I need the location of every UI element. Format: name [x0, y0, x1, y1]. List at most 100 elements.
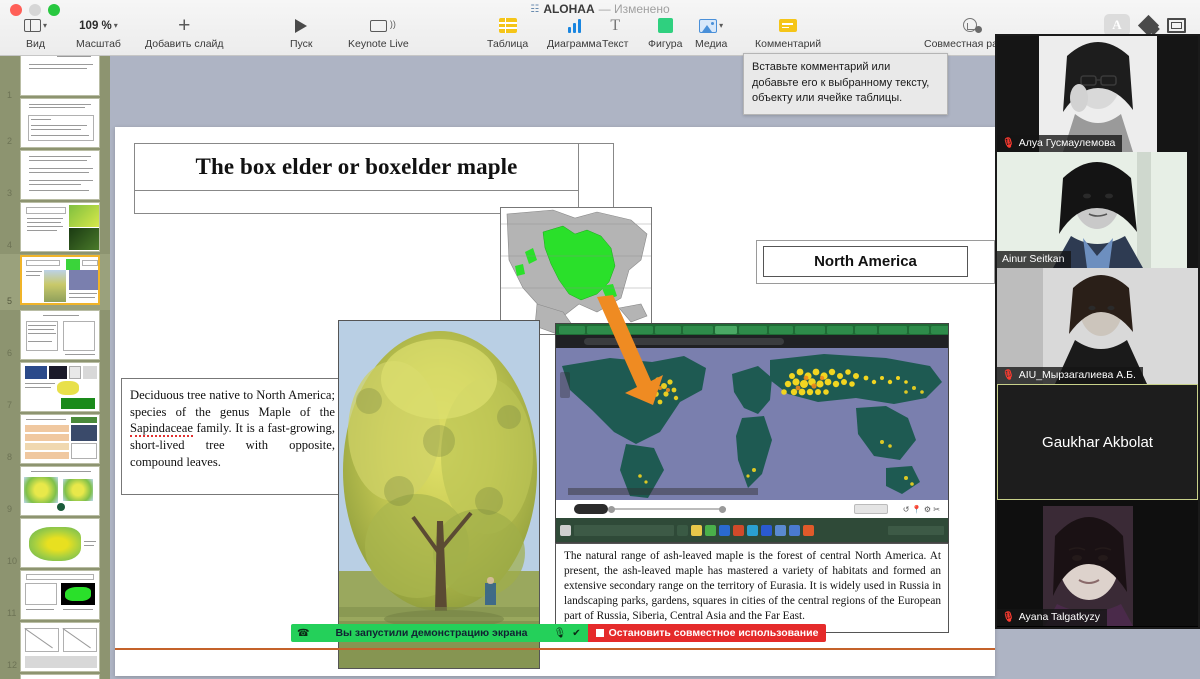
map-tools-icons[interactable]: ↺ 📍 ⚙ ✂: [903, 505, 940, 514]
participant-tile-3[interactable]: 🎙 AIU_Мырзагалиева А.Б.: [997, 268, 1198, 384]
toolbar-item-view[interactable]: ▾ Вид: [24, 16, 47, 50]
slide-title-box[interactable]: The box elder or boxelder maple: [134, 143, 579, 191]
slide-thumb-3[interactable]: 3: [0, 150, 110, 202]
current-slide[interactable]: The box elder or boxelder maple: [115, 127, 995, 676]
app-icon[interactable]: [705, 525, 716, 536]
slide-thumb-12[interactable]: 12: [0, 622, 110, 674]
toolbar-item-table[interactable]: Таблица: [487, 16, 528, 50]
slide-thumb-preview-selected: [20, 255, 100, 305]
toolbar-item-play[interactable]: Пуск: [290, 16, 313, 50]
screen-share-bar[interactable]: ☎ Вы запустили демонстрацию экрана 🎙 ✔ О…: [291, 624, 826, 642]
slide-thumb-7[interactable]: 7: [0, 362, 110, 414]
toolbar-item-keynote-live[interactable]: Keynote Live: [348, 16, 409, 50]
format-button[interactable]: A: [1104, 14, 1130, 36]
shape-icon: [658, 16, 673, 35]
slide-thumb-9[interactable]: 9: [0, 466, 110, 518]
participant-tile-4-active[interactable]: Gaukhar Akbolat: [997, 384, 1198, 500]
participant-name: Ainur Seitkan: [1002, 253, 1064, 265]
description-paragraph[interactable]: Deciduous tree native to North America; …: [121, 378, 343, 495]
folder-icon[interactable]: [775, 525, 786, 536]
chrome-icon[interactable]: [761, 525, 772, 536]
occurrence-map[interactable]: [556, 348, 948, 500]
taskview-icon[interactable]: [677, 525, 688, 536]
toolbar-label-chart: Диаграмма: [547, 38, 602, 50]
broadcast-icon: [370, 16, 387, 35]
toolbar-item-zoom[interactable]: 109 %▾ Масштаб: [76, 16, 121, 50]
slide-number: 6: [7, 348, 12, 358]
slide-title: The box elder or boxelder maple: [196, 154, 518, 180]
map-timeline-controls[interactable]: ↺ 📍 ⚙ ✂: [556, 500, 948, 518]
phone-icon[interactable]: ☎: [297, 628, 309, 639]
misspelled-word: Sapindaceae: [130, 421, 193, 437]
toolbar-right-group: A: [1104, 14, 1186, 36]
tree-photo[interactable]: [338, 320, 540, 669]
slide-navigator[interactable]: 1 2 3: [0, 56, 110, 679]
windows-taskbar[interactable]: [556, 518, 948, 542]
mic-muted-icon: 🎙: [1002, 370, 1015, 381]
video-participants-panel[interactable]: 🎙 Алуа Гусмаулемова Ainur Seitkan: [995, 34, 1200, 629]
browser-tab-strip: [556, 324, 948, 335]
slide-thumb-8[interactable]: 8: [0, 414, 110, 466]
participant-tile-2[interactable]: Ainur Seitkan: [997, 152, 1198, 268]
slide-number: 3: [7, 188, 12, 198]
toolbar-item-comment[interactable]: Комментарий: [755, 16, 821, 50]
animate-button[interactable]: [1138, 14, 1159, 35]
slide-number: 8: [7, 452, 12, 462]
participant-tile-5[interactable]: 🎙 Ayana Talgatkyzy: [997, 500, 1198, 626]
shield-icon[interactable]: ✔: [572, 628, 580, 639]
document-button[interactable]: [1167, 18, 1186, 33]
slide-thumb-1[interactable]: 1: [0, 56, 110, 104]
toolbar-item-add-slide[interactable]: + Добавить слайд: [145, 16, 224, 50]
mail-icon[interactable]: [789, 525, 800, 536]
start-icon[interactable]: [560, 525, 571, 536]
slide-number: 4: [7, 240, 12, 250]
explore-button[interactable]: [854, 504, 888, 514]
toolbar-label-keynote-live: Keynote Live: [348, 38, 409, 50]
region-label-box[interactable]: North America: [763, 246, 968, 277]
north-america-range-map[interactable]: [500, 207, 652, 335]
stop-share-button[interactable]: Остановить совместное использование: [588, 624, 827, 642]
mic-muted-icon: 🎙: [1002, 612, 1015, 623]
gbif-map-screenshot[interactable]: ↺ 📍 ⚙ ✂: [555, 323, 949, 543]
system-tray[interactable]: [888, 526, 944, 535]
format-icon: A: [1112, 17, 1121, 33]
slide-thumb-preview: [20, 622, 100, 672]
comment-tooltip: Вставьте комментарий или добавьте его к …: [743, 53, 948, 115]
slide-thumb-13[interactable]: 13: [0, 674, 110, 679]
collaborate-icon: [963, 16, 982, 35]
browser-icon[interactable]: [747, 525, 758, 536]
slide-thumb-preview: [20, 466, 100, 516]
table-icon: [499, 16, 517, 35]
toolbar-item-chart[interactable]: Диаграмма: [547, 16, 602, 50]
year-slider[interactable]: [611, 508, 726, 510]
browser-address-bar[interactable]: [556, 335, 948, 348]
slide-thumb-preview: [20, 150, 100, 200]
toolbar-item-media[interactable]: ▾ Медиа: [695, 16, 727, 50]
toolbar-item-text[interactable]: T Текст: [602, 16, 628, 50]
slide-thumb-2[interactable]: 2: [0, 98, 110, 150]
participant-name-row-5: 🎙 Ayana Talgatkyzy: [997, 609, 1107, 626]
media-player-icon[interactable]: [803, 525, 814, 536]
slide-number: 2: [7, 136, 12, 146]
natural-range-text: The natural range of ash-leaved maple is…: [564, 550, 941, 622]
explorer-icon[interactable]: [691, 525, 702, 536]
view-icon: ▾: [24, 16, 47, 35]
slide-thumb-preview: [20, 414, 100, 464]
slide-thumb-6[interactable]: 6: [0, 310, 110, 362]
slide-number: 11: [7, 608, 16, 618]
slide-thumb-11[interactable]: 11: [0, 570, 110, 622]
participant-tile-1[interactable]: 🎙 Алуа Гусмаулемова: [997, 36, 1198, 152]
slide-thumb-4[interactable]: 4: [0, 202, 110, 254]
year-range-pill[interactable]: [574, 504, 608, 514]
mic-muted-icon[interactable]: 🎙: [554, 628, 567, 639]
word-icon[interactable]: [719, 525, 730, 536]
toolbar-item-shape[interactable]: Фигура: [648, 16, 683, 50]
natural-range-paragraph[interactable]: The natural range of ash-leaved maple is…: [555, 543, 949, 633]
stop-icon: [596, 629, 604, 637]
slide-thumb-5[interactable]: 5: [0, 254, 110, 310]
taskbar-search-input[interactable]: [574, 525, 674, 536]
slide-thumb-10[interactable]: 10: [0, 518, 110, 570]
zoom-value: 109 %: [79, 20, 112, 32]
pdf-icon[interactable]: [733, 525, 744, 536]
share-status-group[interactable]: ☎ Вы запустили демонстрацию экрана 🎙 ✔: [291, 624, 588, 642]
